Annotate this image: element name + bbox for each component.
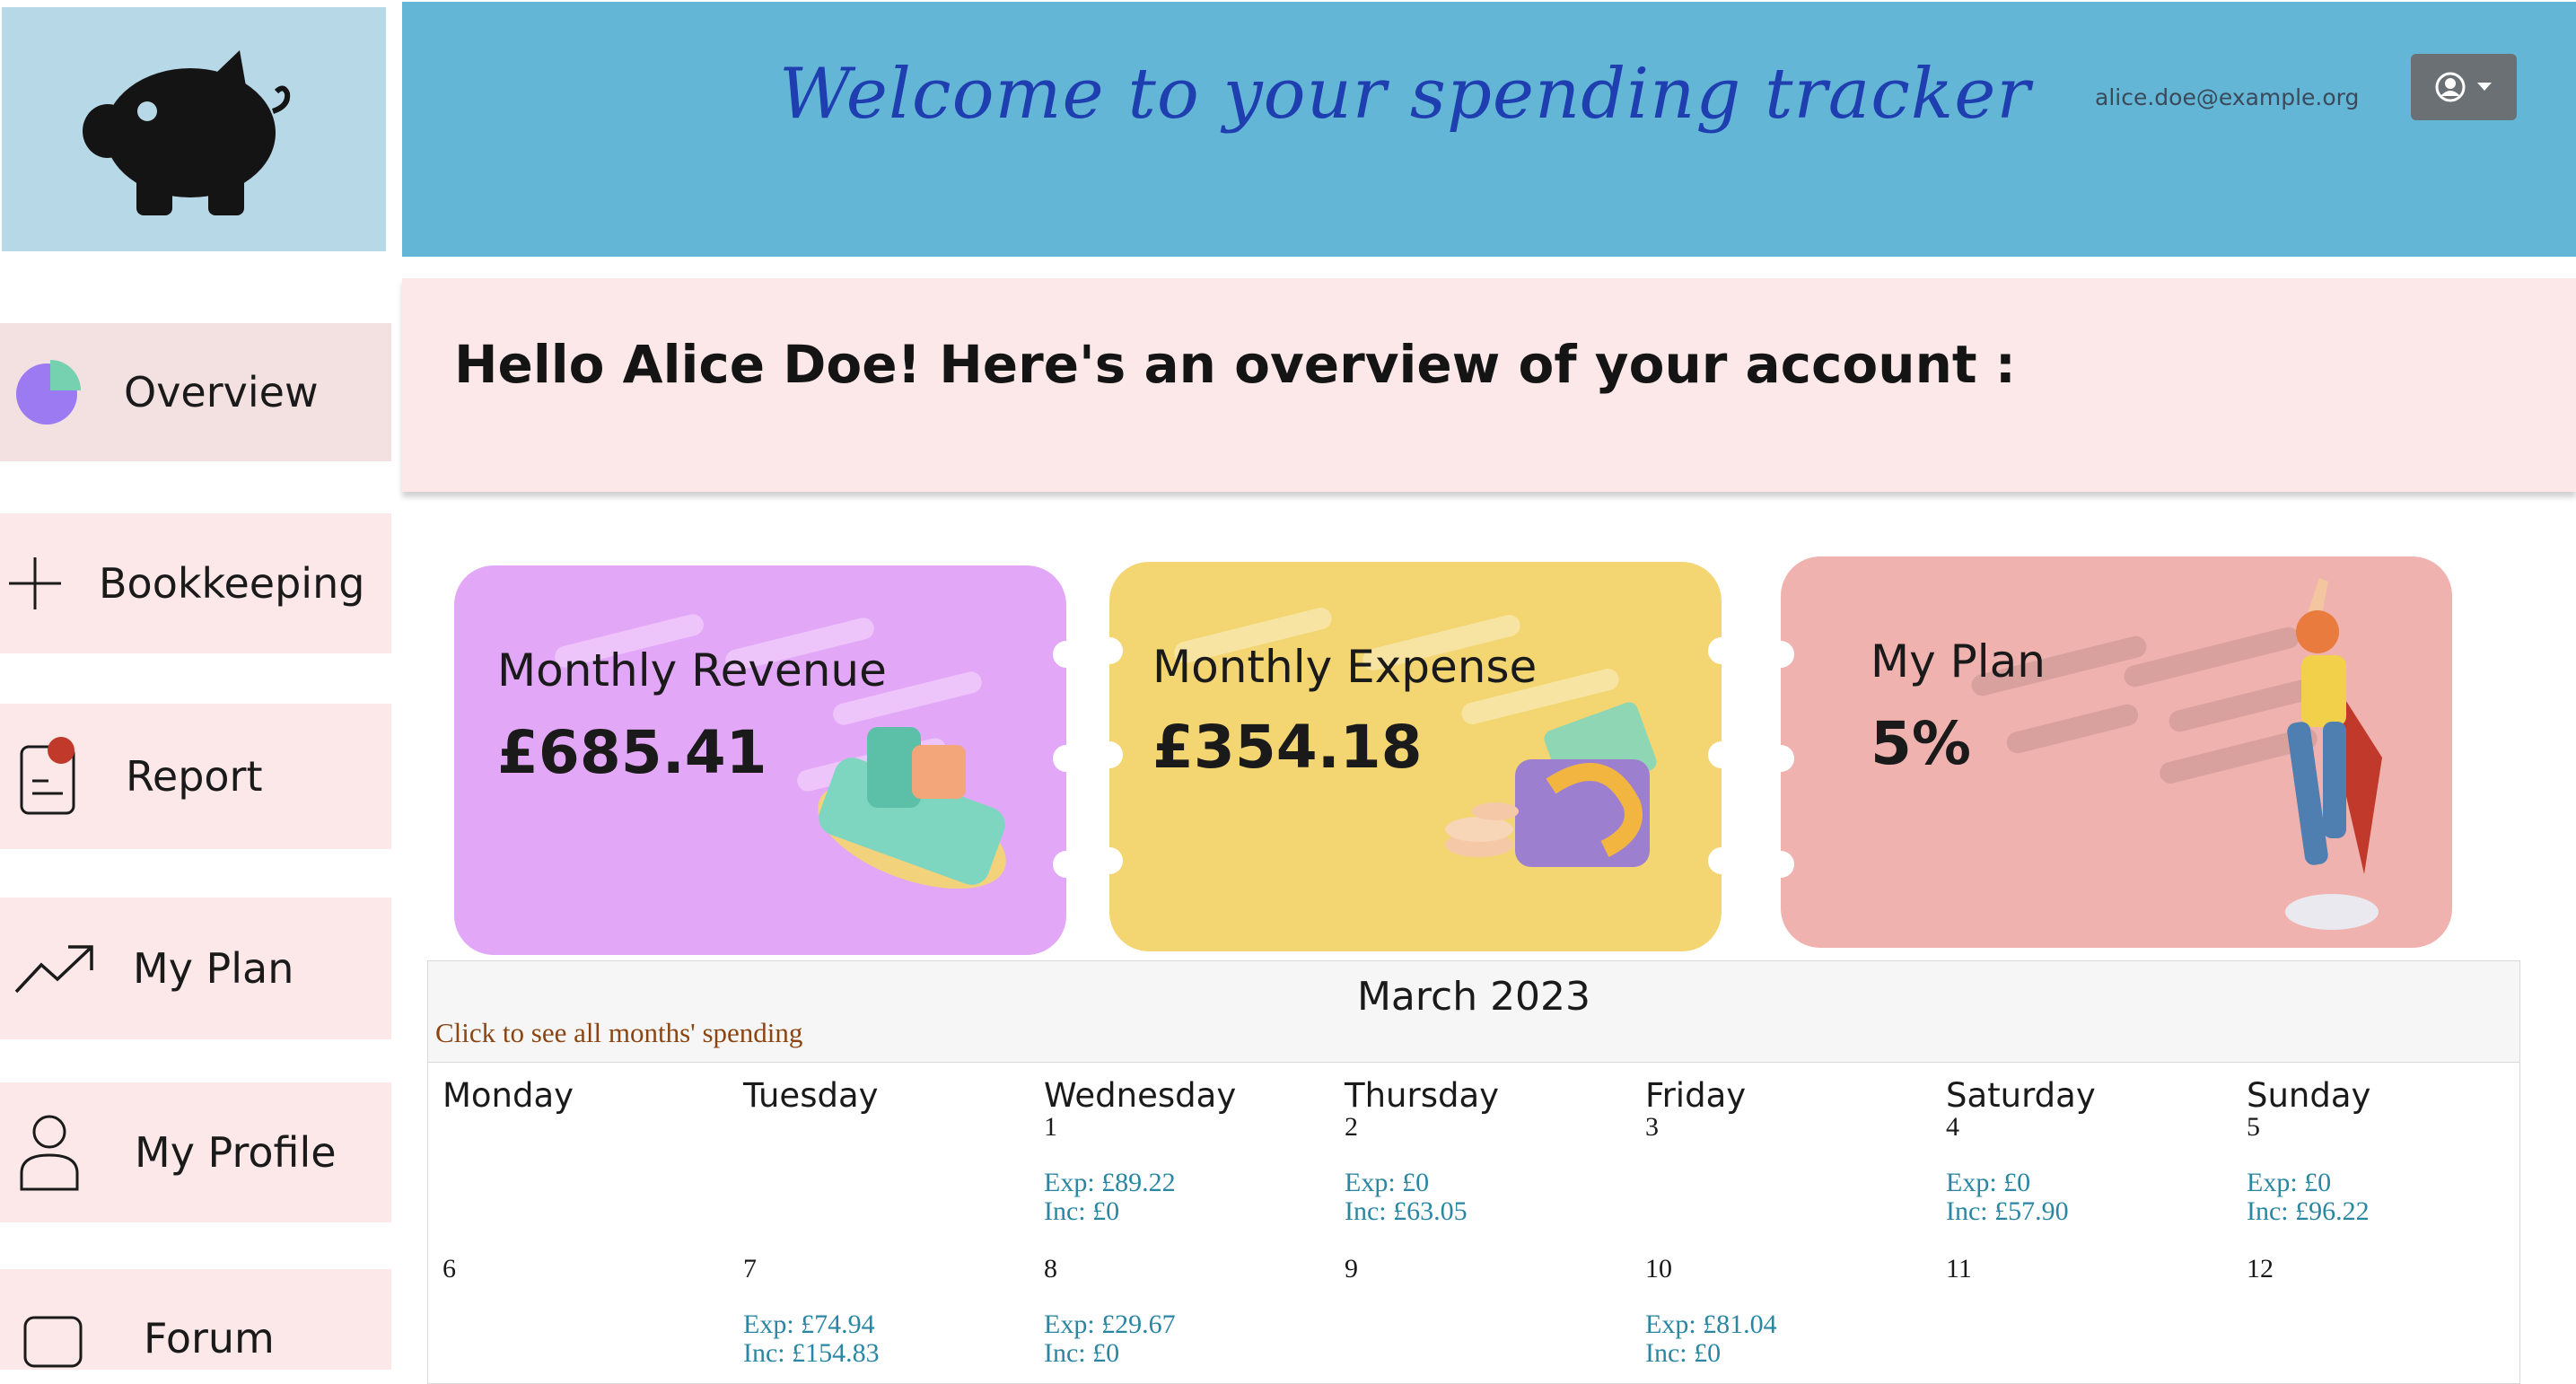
calendar: March 2023 Click to see all months' spen…	[427, 960, 2520, 1384]
card-title: My Plan	[1871, 635, 2046, 688]
calendar-day-number[interactable]: 4	[1946, 1112, 1959, 1143]
day-expense: Exp: £0	[1345, 1168, 1430, 1197]
all-months-link[interactable]: Click to see all months' spending	[435, 1017, 802, 1049]
header: Welcome to your spending tracker alice.d…	[402, 2, 2576, 257]
weekday-header: Thursday	[1345, 1076, 1500, 1115]
day-income: Inc: £57.90	[1946, 1196, 2069, 1226]
card-value: £685.41	[497, 718, 767, 787]
caret-down-icon	[2477, 83, 2492, 91]
report-icon	[18, 736, 81, 817]
trending-up-icon	[14, 942, 95, 995]
calendar-day-number[interactable]: 10	[1645, 1254, 1672, 1284]
piggy-bank-icon	[83, 50, 291, 215]
sidebar-item-bookkeeping[interactable]: Bookkeeping	[0, 513, 391, 653]
wallet-phone-icon	[818, 727, 1006, 889]
calendar-day-number[interactable]: 7	[743, 1254, 757, 1284]
calendar-day-number[interactable]: 3	[1645, 1112, 1659, 1143]
sidebar-item-overview[interactable]: Overview	[0, 323, 391, 461]
user-circle-icon	[2435, 72, 2466, 102]
calendar-day-number[interactable]: 6	[442, 1254, 456, 1284]
sidebar-item-label: Overview	[124, 368, 319, 416]
calendar-title: March 2023	[1356, 974, 1591, 1020]
sidebar-item-my-profile[interactable]: My Profile	[0, 1082, 391, 1222]
weekday-header: Tuesday	[743, 1076, 879, 1115]
day-expense: Exp: £89.22	[1044, 1168, 1176, 1197]
day-income: Inc: £0	[1645, 1338, 1722, 1368]
monthly-expense-card[interactable]: Monthly Expense £354.18	[1109, 562, 1722, 951]
card-value: 5%	[1871, 709, 1972, 778]
day-expense: Exp: £0	[2247, 1168, 2332, 1197]
calendar-day-number[interactable]: 9	[1345, 1254, 1358, 1284]
day-income: Inc: £154.83	[743, 1338, 880, 1368]
logo[interactable]	[2, 7, 386, 251]
day-income: Inc: £0	[1044, 1196, 1120, 1226]
calendar-day-number[interactable]: 12	[2247, 1254, 2274, 1284]
calendar-day-number[interactable]: 1	[1044, 1112, 1057, 1143]
person-icon	[18, 1114, 81, 1191]
plus-icon	[7, 556, 63, 611]
day-expense: Exp: £81.04	[1645, 1310, 1777, 1339]
day-income: Inc: £0	[1044, 1338, 1120, 1368]
sidebar-item-label: Report	[126, 752, 263, 801]
card-value: £354.18	[1152, 713, 1423, 782]
day-expense: Exp: £0	[1946, 1168, 2031, 1197]
weekday-header: Saturday	[1946, 1076, 2096, 1115]
greeting-text: Hello Alice Doe! Here's an overview of y…	[454, 334, 2016, 395]
my-plan-card[interactable]: My Plan 5%	[1781, 556, 2452, 948]
weekday-header: Monday	[442, 1076, 574, 1115]
header-title: Welcome to your spending tracker	[779, 54, 2031, 135]
day-income: Inc: £63.05	[1345, 1196, 1468, 1226]
sidebar-item-label: My Profile	[135, 1128, 337, 1177]
pie-chart-icon	[14, 358, 83, 426]
greeting-banner: Hello Alice Doe! Here's an overview of y…	[402, 278, 2576, 492]
card-title: Monthly Revenue	[497, 644, 887, 696]
superhero-figure-icon	[2285, 578, 2382, 930]
card-title: Monthly Expense	[1152, 641, 1538, 693]
wallet-money-icon	[1445, 702, 1657, 867]
weekday-header: Friday	[1645, 1076, 1747, 1115]
calendar-header: March 2023 Click to see all months' spen…	[428, 961, 2519, 1063]
calendar-day-number[interactable]: 5	[2247, 1112, 2260, 1143]
sidebar-item-label: Bookkeeping	[99, 559, 365, 608]
sidebar-item-my-plan[interactable]: My Plan	[0, 898, 391, 1039]
sidebar-item-report[interactable]: Report	[0, 704, 391, 849]
weekday-header: Sunday	[2247, 1076, 2371, 1115]
sidebar-item-forum[interactable]: Forum	[0, 1269, 391, 1370]
calendar-day-number[interactable]: 8	[1044, 1254, 1057, 1284]
calendar-day-number[interactable]: 11	[1946, 1254, 1972, 1284]
weekday-header: Wednesday	[1044, 1076, 1237, 1115]
day-expense: Exp: £29.67	[1044, 1310, 1176, 1339]
day-income: Inc: £96.22	[2247, 1196, 2370, 1226]
monthly-revenue-card[interactable]: Monthly Revenue £685.41	[454, 565, 1066, 955]
user-email: alice.doe@example.org	[2095, 84, 2360, 110]
user-menu-button[interactable]	[2411, 54, 2517, 120]
day-expense: Exp: £74.94	[743, 1310, 875, 1339]
sidebar-item-label: My Plan	[133, 944, 294, 993]
chat-icon	[22, 1314, 84, 1370]
sidebar-item-label: Forum	[144, 1314, 275, 1362]
calendar-day-number[interactable]: 2	[1345, 1112, 1358, 1143]
